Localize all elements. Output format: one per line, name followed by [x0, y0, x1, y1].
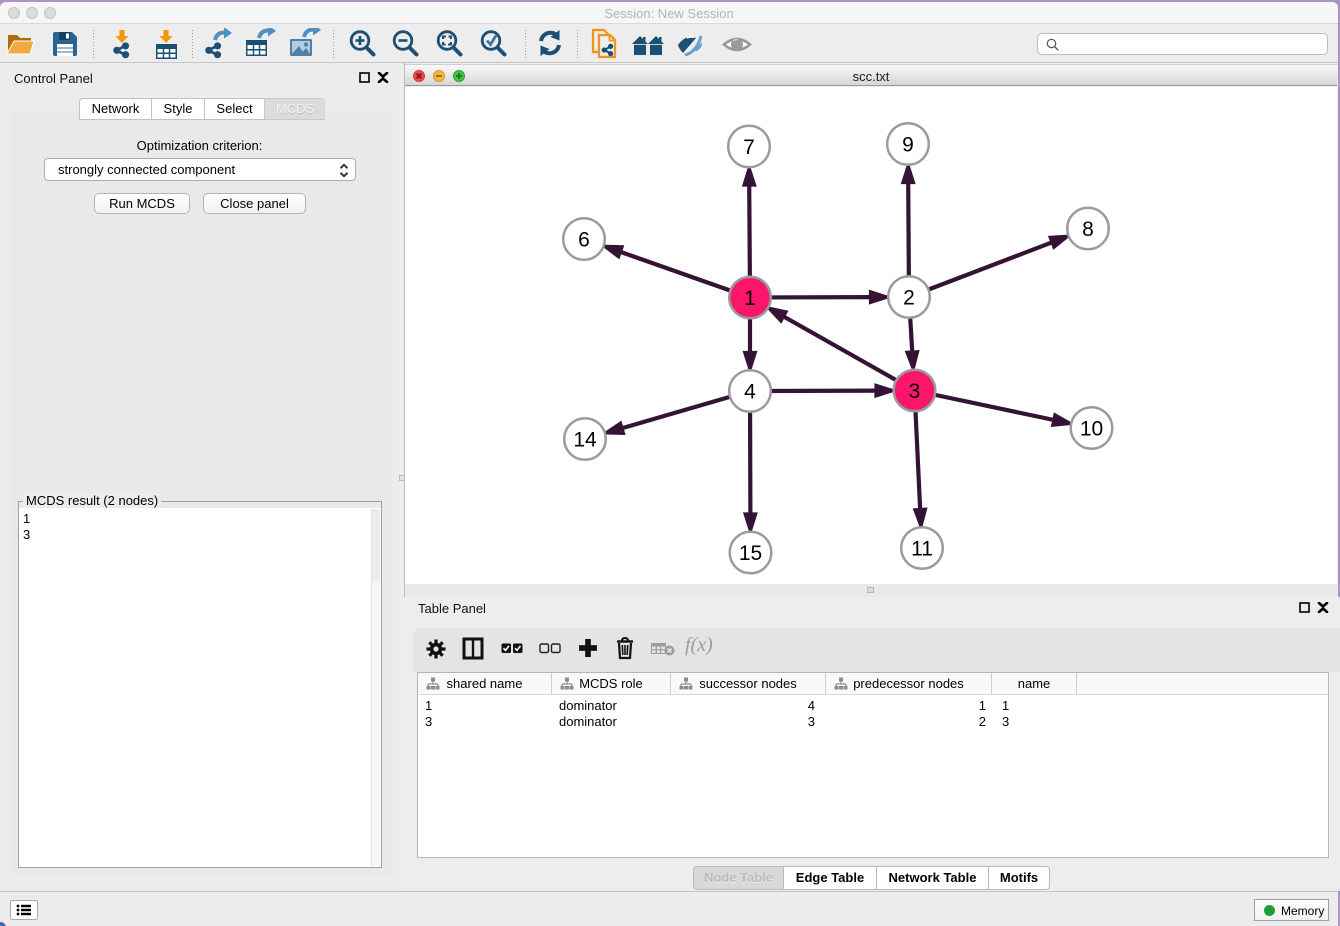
svg-text:1: 1	[744, 287, 756, 310]
svg-text:10: 10	[1080, 418, 1103, 441]
svg-text:8: 8	[1082, 218, 1094, 241]
svg-text:3: 3	[909, 380, 921, 403]
svg-text:6: 6	[578, 229, 590, 252]
svg-text:7: 7	[743, 136, 755, 159]
svg-text:2: 2	[903, 287, 915, 310]
svg-text:9: 9	[902, 134, 914, 157]
svg-text:11: 11	[911, 538, 933, 561]
svg-text:15: 15	[739, 542, 762, 565]
svg-text:4: 4	[744, 381, 756, 404]
svg-text:14: 14	[573, 429, 597, 452]
